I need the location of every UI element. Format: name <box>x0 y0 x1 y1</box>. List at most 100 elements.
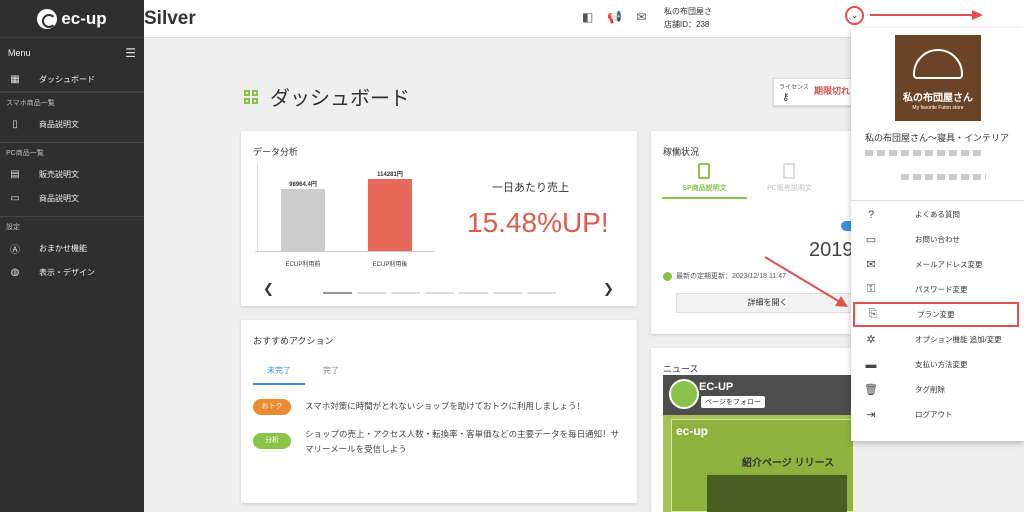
check-icon <box>663 271 672 281</box>
menu-item-label: 支払い方法変更 <box>915 360 968 369</box>
tab-label: SP商品説明文 <box>682 185 727 192</box>
menu-item-label: ログアウト <box>915 410 953 419</box>
sidebar-item-pc-desc[interactable]: ▭ 商品説明文 <box>0 186 144 210</box>
sidebar-item-label: ダッシュボード <box>39 75 95 84</box>
menu-collapse-icon[interactable]: ☰ <box>125 46 136 60</box>
recommended-actions-card: おすすめアクション 未完了 完了 おトク スマホ対策に時間がとれないショップを助… <box>241 320 637 503</box>
carousel-dot[interactable] <box>527 292 556 294</box>
news-post-image: ec-up 紹介ページ リリース <box>671 419 853 512</box>
question-icon: ? <box>867 208 875 221</box>
blurred-info <box>901 174 986 180</box>
card-title: ニュース <box>663 364 699 374</box>
actions-tabs: 未完了 完了 <box>253 365 357 385</box>
menu-item-label: お問い合わせ <box>915 235 960 244</box>
news-headline: 紹介ページ リリース <box>742 458 835 469</box>
sidebar-item-display[interactable]: ◍ 表示・デザイン <box>0 260 144 284</box>
password-icon: ⚿ <box>866 283 876 295</box>
ec-up-page-logo <box>669 379 699 409</box>
action-tag: おトク <box>253 399 291 415</box>
sidebar-item-auto[interactable]: Ⓐ おまかせ機能 <box>0 236 144 260</box>
user-menu-button[interactable]: ⌄ <box>845 6 864 25</box>
chevron-down-icon: ⌄ <box>850 10 859 20</box>
ec-up-logo[interactable]: ec-up <box>0 0 144 38</box>
news-logo: ec-up <box>676 424 709 438</box>
puzzle-icon: ✲ <box>866 334 876 346</box>
news-image-band <box>707 475 847 512</box>
carousel-dot[interactable] <box>493 292 522 294</box>
shop-logo: 私の布団屋さん My favorite Futon store <box>895 35 981 121</box>
sidebar-item-dashboard[interactable]: ▦ ダッシュボード <box>0 68 144 92</box>
megaphone-icon[interactable]: 📢 <box>607 10 622 24</box>
menu-item-faq[interactable]: ? よくある質問 <box>851 202 1024 227</box>
license-status[interactable]: ライセンス ⚷ 期限切れ <box>773 78 853 106</box>
sidebar-section-sp: スマホ商品一覧 <box>0 92 144 112</box>
chart-category-label: ECUP利用後 <box>372 262 408 268</box>
document-icon <box>783 163 795 179</box>
news-card: ニュース EC-UP ページをフォロー ec-up 紹介ページ リリース <box>651 348 853 512</box>
chart-bar <box>281 189 325 251</box>
chart-bar <box>368 179 412 251</box>
tab-sp-desc[interactable]: SP商品説明文 <box>662 163 747 199</box>
palette-icon: ◍ <box>10 266 20 278</box>
sidebar-item-sp-desc[interactable]: ▯ 商品説明文 <box>0 112 144 136</box>
divider <box>851 200 1024 201</box>
menu-item-email[interactable]: ✉ メールアドレス変更 <box>851 252 1024 277</box>
last-updated-text: 最新の定期更新：2023/12/18 11:47 <box>676 273 786 280</box>
plan-name: Silver <box>144 7 196 29</box>
carousel-dot[interactable] <box>425 292 454 294</box>
card-title: おすすめアクション <box>253 336 334 346</box>
card-title: データ分析 <box>253 147 299 157</box>
menu-item-label: タグ削除 <box>915 385 945 394</box>
status-tabs: SP商品説明文 PC販売説明文 <box>662 163 832 199</box>
license-label: ライセンス <box>779 85 809 91</box>
daily-sales-label: 一日あたり売上 <box>492 182 569 194</box>
document-icon: ▤ <box>10 168 20 180</box>
chevron-right-icon[interactable]: ❯ <box>603 281 614 297</box>
action-item[interactable]: 分析 ショップの売上・アクセス人数・転換率・客単価などの主要データを毎日通知！サ… <box>253 427 623 457</box>
menu-item-label: メールアドレス変更 <box>915 260 983 269</box>
follow-page-button[interactable]: ページをフォロー <box>701 396 765 408</box>
menu-item-options[interactable]: ✲ オプション機能 追加/変更 <box>851 327 1024 352</box>
carousel-dot[interactable] <box>323 292 352 294</box>
chart-baseline <box>255 251 435 252</box>
sidebar-item-pc-sales[interactable]: ▤ 販売説明文 <box>0 162 144 186</box>
menu-item-payment[interactable]: ▬ 支払い方法変更 <box>851 352 1024 377</box>
sidebar-item-label: 販売説明文 <box>39 169 79 179</box>
dashboard-grid-icon <box>244 89 258 104</box>
mail-icon[interactable]: ✉ <box>636 10 646 24</box>
sidebar-section-settings: 設定 <box>0 216 144 236</box>
tab-incomplete[interactable]: 未完了 <box>253 365 305 385</box>
carousel-dot[interactable] <box>391 292 420 294</box>
chevron-left-icon[interactable]: ❮ <box>263 281 274 297</box>
store-name-short: 私の布団屋さ <box>664 7 712 16</box>
last-updated: 最新の定期更新：2023/12/18 11:47 <box>663 271 786 281</box>
menu-item-label: オプション機能 追加/変更 <box>915 335 1002 344</box>
logout-icon: ⇥ <box>866 409 876 421</box>
menu-item-password[interactable]: ⚿ パスワード変更 <box>851 277 1024 302</box>
tab-pc-sales[interactable]: PC販売説明文 <box>747 163 832 199</box>
chart-value-label: 98964.4円 <box>289 182 317 188</box>
ec-up-logo-icon <box>37 8 58 29</box>
action-item[interactable]: おトク スマホ対策に時間がとれないショップを助けておトクに利用しましょう！ <box>253 399 585 415</box>
mail-icon: ✉ <box>866 259 876 271</box>
menu-item-plan-change[interactable]: ⎘ プラン変更 <box>853 302 1019 327</box>
auto-icon: Ⓐ <box>10 244 20 256</box>
menu-label: Menu <box>8 48 31 58</box>
chart-category-label: ECUP利用前 <box>285 262 321 268</box>
badge-icon[interactable]: ◧ <box>582 10 593 24</box>
status-year: 2019 <box>809 239 854 261</box>
user-dropdown-menu: 私の布団屋さん My favorite Futon store 私の布団屋さん〜… <box>851 28 1024 441</box>
carousel-dot[interactable] <box>357 292 386 294</box>
trash-icon: 🗑 <box>864 384 878 396</box>
sales-increase: 15.48%UP! <box>467 207 609 238</box>
tab-complete[interactable]: 完了 <box>305 365 357 385</box>
carousel-dots <box>323 292 556 294</box>
news-feed[interactable]: EC-UP ページをフォロー ec-up 紹介ページ リリース <box>663 375 853 512</box>
facebook-banner: EC-UP ページをフォロー <box>663 375 853 415</box>
menu-item-delete-tags[interactable]: 🗑 タグ削除 <box>851 377 1024 402</box>
menu-item-contact[interactable]: ▭ お問い合わせ <box>851 227 1024 252</box>
menu-item-logout[interactable]: ⇥ ログアウト <box>851 402 1024 427</box>
carousel-dot[interactable] <box>459 292 488 294</box>
open-details-button[interactable]: 詳細を開く <box>676 293 859 313</box>
sidebar-item-label: おまかせ機能 <box>39 243 87 253</box>
